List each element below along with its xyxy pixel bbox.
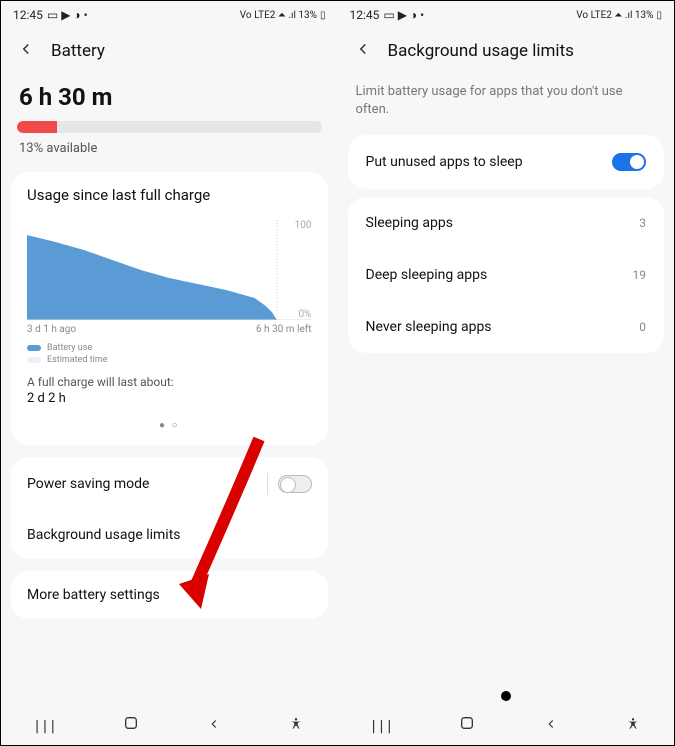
recents-button[interactable]: | | | (372, 716, 392, 735)
nav-bar: | | | (338, 705, 675, 745)
battery-bar (17, 121, 322, 133)
home-button[interactable] (123, 715, 139, 735)
put-sleep-label: Put unused apps to sleep (366, 154, 523, 170)
status-time: 12:45 (350, 8, 380, 22)
nav-back-button[interactable] (207, 716, 221, 735)
sleeping-apps-count: 3 (639, 216, 646, 230)
page-title: Background usage limits (388, 41, 574, 61)
chart-x-axis: 3 d 1 h ago 6 h 30 m left (27, 324, 312, 335)
page-title: Battery (51, 41, 105, 61)
deep-sleeping-row[interactable]: Deep sleeping apps 19 (348, 249, 665, 301)
put-sleep-row[interactable]: Put unused apps to sleep (348, 135, 665, 189)
nav-bar: | | | (1, 705, 338, 745)
status-bar: 12:45 ▭ ▶ ◑ • Vo LTE2 ⏶ .ıl 13% ▯ (338, 1, 675, 29)
apps-list-card: Sleeping apps 3 Deep sleeping apps 19 Ne… (348, 197, 665, 353)
home-indicator-dot (501, 691, 511, 701)
deep-sleeping-count: 19 (633, 268, 647, 282)
back-button[interactable] (17, 39, 35, 63)
bg-limits-label: Background usage limits (27, 527, 181, 543)
more-settings-row[interactable]: More battery settings (11, 571, 328, 619)
page-indicator: ● ○ (27, 420, 312, 431)
usage-card-title: Usage since last full charge (27, 186, 312, 204)
chart-x-right: 6 h 30 m left (256, 324, 312, 335)
nav-back-button[interactable] (544, 716, 558, 735)
sleeping-apps-label: Sleeping apps (366, 215, 453, 231)
never-sleeping-label: Never sleeping apps (366, 319, 492, 335)
put-sleep-toggle[interactable] (612, 153, 646, 171)
bg-limits-row[interactable]: Background usage limits (11, 511, 328, 559)
full-charge-label: A full charge will last about: (27, 375, 312, 389)
battery-bar-fill (17, 121, 57, 133)
never-sleeping-row[interactable]: Never sleeping apps 0 (348, 301, 665, 353)
accessibility-button[interactable] (626, 716, 640, 735)
usage-chart: 100 0% (27, 220, 312, 320)
recents-button[interactable]: | | | (35, 716, 55, 735)
status-time: 12:45 (13, 8, 43, 22)
chart-legend: Battery use Estimated time (27, 343, 312, 365)
status-icons-left: ▭ ▶ ◑ • (47, 8, 88, 22)
power-saving-toggle[interactable] (278, 475, 312, 493)
more-settings-card: More battery settings (11, 571, 328, 619)
chart-y-max: 100 (295, 220, 312, 231)
accessibility-button[interactable] (289, 716, 303, 735)
power-saving-row[interactable]: Power saving mode (11, 457, 328, 511)
header: Battery (1, 29, 338, 77)
legend-swatch-est (27, 357, 41, 363)
home-button[interactable] (459, 715, 475, 735)
usage-card[interactable]: Usage since last full charge 100 0% 3 d … (11, 172, 328, 445)
deep-sleeping-label: Deep sleeping apps (366, 267, 488, 283)
remaining-time: 6 h 30 m (11, 77, 328, 121)
header: Background usage limits (338, 29, 675, 77)
legend-swatch-use (27, 345, 41, 351)
legend-battery-use: Battery use (47, 343, 92, 353)
put-sleep-card: Put unused apps to sleep (348, 135, 665, 189)
page-subtitle: Limit battery usage for apps that you do… (348, 77, 665, 135)
full-charge-value: 2 d 2 h (27, 391, 312, 406)
legend-estimated: Estimated time (47, 355, 108, 365)
available-text: 13% available (11, 133, 328, 172)
chart-y-min: 0% (299, 309, 312, 320)
divider (267, 473, 268, 495)
chart-x-left: 3 d 1 h ago (27, 324, 76, 335)
status-icons-left: ▭ ▶ ◑ • (383, 8, 424, 22)
power-saving-label: Power saving mode (27, 476, 149, 492)
status-icons-right: Vo LTE2 ⏶ .ıl 13% (240, 10, 317, 21)
power-options-card: Power saving mode Background usage limit… (11, 457, 328, 559)
battery-icon: ▯ (656, 10, 662, 21)
more-settings-label: More battery settings (27, 587, 160, 603)
never-sleeping-count: 0 (639, 320, 646, 334)
status-bar: 12:45 ▭ ▶ ◑ • Vo LTE2 ⏶ .ıl 13% ▯ (1, 1, 338, 29)
back-button[interactable] (354, 39, 372, 63)
battery-icon: ▯ (320, 10, 326, 21)
sleeping-apps-row[interactable]: Sleeping apps 3 (348, 197, 665, 249)
status-icons-right: Vo LTE2 ⏶ .ıl 13% (576, 10, 653, 21)
